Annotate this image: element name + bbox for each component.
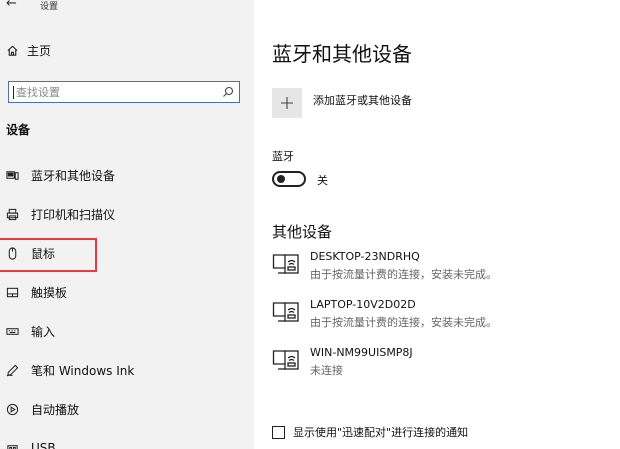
sidebar: ← 设置 主页 设备 蓝牙和其他设备 — [0, 0, 254, 449]
search-box[interactable] — [8, 81, 240, 103]
device-item[interactable]: WIN-NM99UISMP8J 未连接 — [272, 346, 602, 386]
home-link[interactable]: 主页 — [6, 42, 51, 59]
home-label: 主页 — [27, 44, 52, 58]
pen-icon — [6, 364, 19, 377]
network-device-icon — [272, 350, 299, 370]
bluetooth-state: 关 — [317, 174, 328, 187]
device-item[interactable]: DESKTOP-23NDRHQ 由于按流量计费的连接，安装未完成。 — [272, 250, 602, 290]
touchpad-icon — [6, 286, 19, 299]
network-device-icon — [272, 302, 299, 322]
search-icon[interactable] — [222, 86, 234, 98]
sidebar-item-label: 自动播放 — [31, 402, 80, 417]
sidebar-item-bluetooth[interactable]: 蓝牙和其他设备 — [0, 157, 254, 193]
toggle-knob — [277, 175, 285, 183]
sidebar-item-label: 触摸板 — [31, 285, 68, 300]
sidebar-item-printers[interactable]: 打印机和扫描仪 — [0, 196, 254, 232]
sidebar-item-label: 输入 — [31, 324, 56, 339]
sidebar-item-autoplay[interactable]: 自动播放 — [0, 391, 254, 427]
sidebar-item-label: 蓝牙和其他设备 — [31, 168, 116, 183]
keyboard-icon — [6, 325, 19, 338]
sidebar-item-label: 打印机和扫描仪 — [31, 207, 116, 222]
highlight-box — [0, 238, 97, 272]
add-device-button[interactable] — [272, 88, 302, 118]
page-title: 蓝牙和其他设备 — [272, 42, 412, 66]
swift-pair-checkbox[interactable] — [272, 425, 285, 439]
sidebar-item-touchpad[interactable]: 触摸板 — [0, 274, 254, 310]
main-content: 蓝牙和其他设备 添加蓝牙或其他设备 蓝牙 关 其他设备 DESKTOP-23ND… — [254, 0, 620, 449]
bluetooth-label: 蓝牙 — [272, 150, 294, 163]
printer-icon — [6, 208, 19, 221]
network-device-icon — [272, 254, 299, 274]
bluetooth-devices-icon — [6, 169, 19, 182]
device-status: 未连接 — [310, 364, 343, 377]
device-item[interactable]: LAPTOP-10V2D02D 由于按流量计费的连接，安装未完成。 — [272, 298, 602, 338]
other-devices-title: 其他设备 — [272, 223, 333, 241]
search-input[interactable] — [14, 85, 214, 99]
bluetooth-toggle[interactable] — [272, 171, 306, 187]
sidebar-item-label: USB — [31, 441, 56, 449]
usb-icon — [6, 442, 19, 449]
home-icon — [7, 45, 18, 56]
autoplay-icon — [6, 403, 19, 416]
window-title: 设置 — [40, 2, 59, 12]
device-name: LAPTOP-10V2D02D — [310, 298, 416, 311]
title-bar: ← 设置 — [0, 0, 254, 14]
device-status: 由于按流量计费的连接，安装未完成。 — [310, 268, 497, 281]
swift-pair-option[interactable]: 显示使用"迅速配对"进行连接的通知 — [272, 424, 468, 440]
device-name: DESKTOP-23NDRHQ — [310, 250, 420, 263]
sidebar-item-label: 笔和 Windows Ink — [31, 363, 135, 378]
device-status: 由于按流量计费的连接，安装未完成。 — [310, 316, 497, 329]
section-label-devices: 设备 — [6, 123, 31, 137]
sidebar-item-pen[interactable]: 笔和 Windows Ink — [0, 352, 254, 388]
swift-pair-label: 显示使用"迅速配对"进行连接的通知 — [293, 426, 469, 439]
sidebar-item-typing[interactable]: 输入 — [0, 313, 254, 349]
back-arrow-icon[interactable]: ← — [6, 0, 17, 11]
add-device-label[interactable]: 添加蓝牙或其他设备 — [313, 92, 412, 108]
device-name: WIN-NM99UISMP8J — [310, 346, 413, 359]
sidebar-item-usb[interactable]: USB — [0, 430, 254, 449]
plus-icon — [281, 97, 293, 109]
